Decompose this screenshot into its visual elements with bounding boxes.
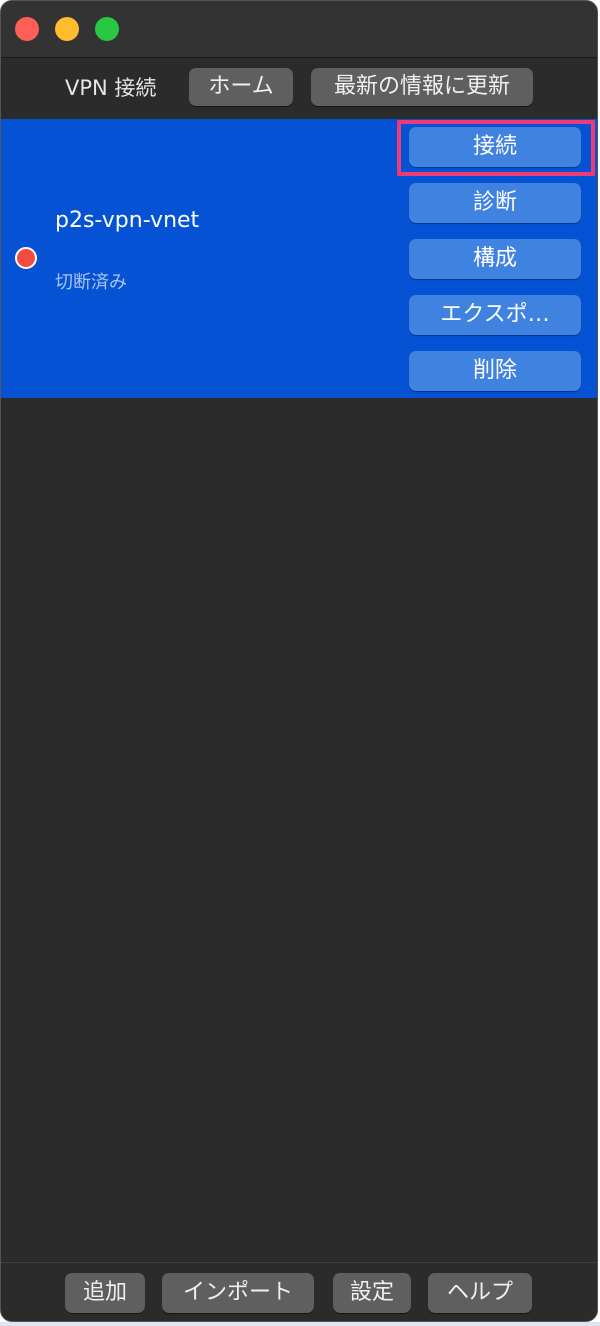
diagnose-button[interactable]: 診断: [409, 183, 581, 223]
minimize-window-button[interactable]: [55, 17, 79, 41]
bottom-bar: 追加 インポート 設定 ヘルプ: [1, 1262, 597, 1321]
connection-row-p2s-vpn-vnet[interactable]: p2s-vpn-vnet 切断済み 接続 診断 構成 エクスポ… 削除: [1, 119, 597, 398]
help-button[interactable]: ヘルプ: [428, 1273, 532, 1313]
zoom-window-button[interactable]: [95, 17, 119, 41]
configure-button[interactable]: 構成: [409, 239, 581, 279]
background-window-edge: [0, 1322, 600, 1326]
connection-status: 切断済み: [55, 272, 127, 293]
title-bar: [1, 1, 597, 58]
refresh-button[interactable]: 最新の情報に更新: [311, 68, 533, 106]
delete-button[interactable]: 削除: [409, 351, 581, 391]
connect-button[interactable]: 接続: [409, 127, 581, 167]
home-button[interactable]: ホーム: [189, 68, 293, 106]
page-title: VPN 接続: [65, 76, 157, 100]
vpn-window: VPN 接続 ホーム 最新の情報に更新 p2s-vpn-vnet 切断済み 接続…: [0, 0, 598, 1322]
connection-name: p2s-vpn-vnet: [55, 208, 200, 233]
disconnected-status-dot-icon: [15, 247, 37, 269]
close-window-button[interactable]: [15, 17, 39, 41]
connection-list-empty-area: [1, 398, 597, 1262]
import-button[interactable]: インポート: [162, 1273, 314, 1313]
add-button[interactable]: 追加: [65, 1273, 145, 1313]
toolbar: VPN 接続 ホーム 最新の情報に更新: [1, 58, 597, 118]
export-button[interactable]: エクスポ…: [409, 295, 581, 335]
settings-button[interactable]: 設定: [333, 1273, 411, 1313]
